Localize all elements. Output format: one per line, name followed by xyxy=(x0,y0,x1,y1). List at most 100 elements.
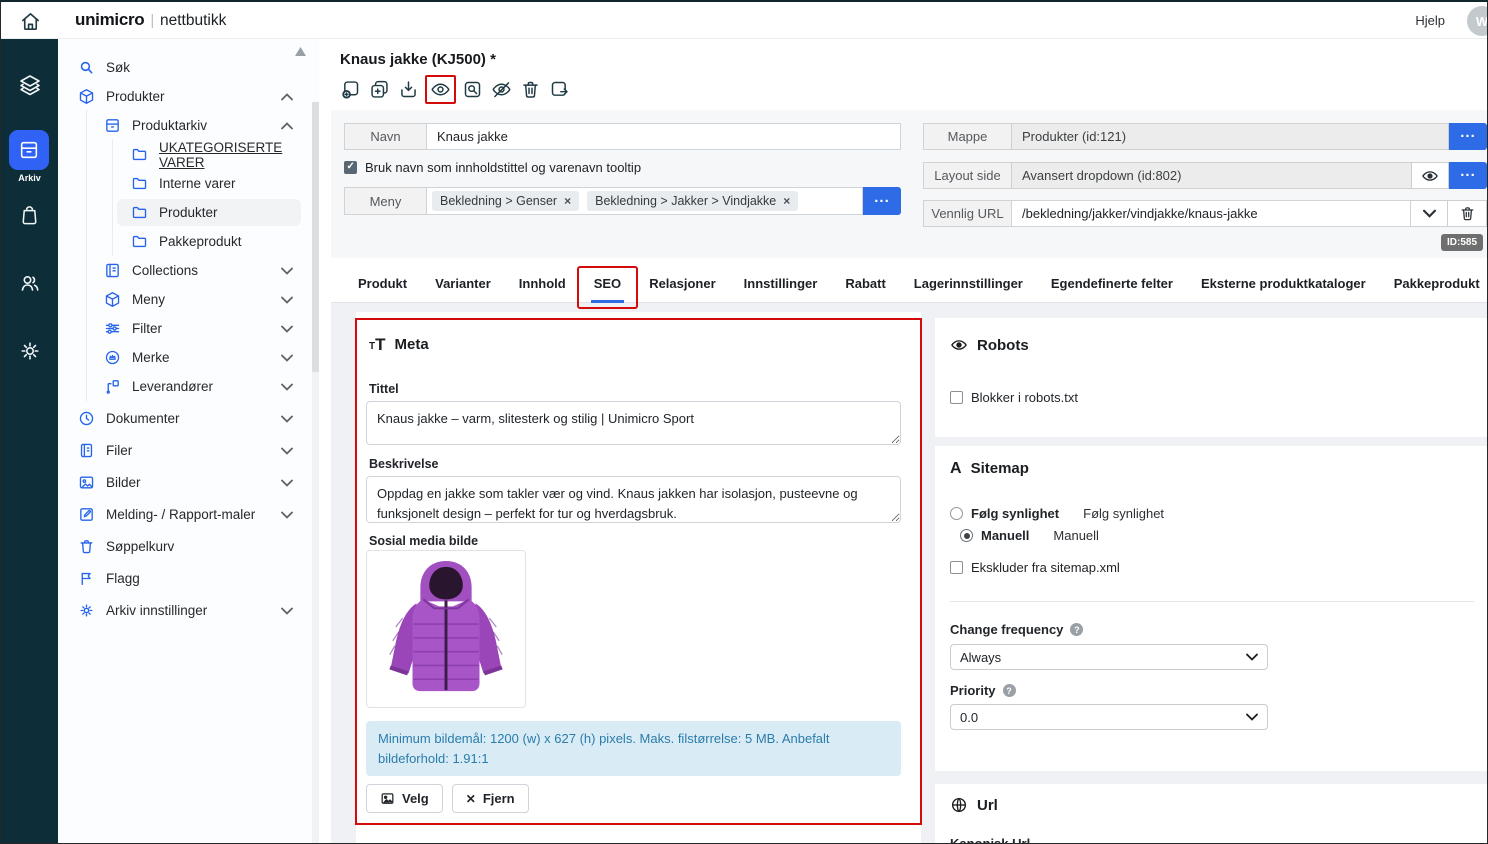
tab-innstillinger[interactable]: Innstillinger xyxy=(730,265,832,302)
nav-item-produkter[interactable]: Produkter xyxy=(58,82,319,111)
change-frequency-select[interactable]: Always xyxy=(950,644,1268,670)
tab-varianter[interactable]: Varianter xyxy=(421,265,505,302)
folder-icon xyxy=(131,204,148,221)
nav-item-arkiv-innstillinger[interactable]: Arkiv innstillinger xyxy=(58,596,319,625)
nav-item-sok[interactable]: Søk xyxy=(58,53,319,82)
nav-item-soppelkurv[interactable]: Søppelkurv xyxy=(58,532,319,561)
nav-item-filter[interactable]: Filter xyxy=(58,314,319,343)
fjern-button[interactable]: Fjern xyxy=(452,784,529,813)
help-icon[interactable] xyxy=(1070,623,1083,636)
nav-item-merke[interactable]: Merke xyxy=(58,343,319,372)
url-input[interactable] xyxy=(1011,200,1411,227)
exclude-sitemap-checkbox[interactable] xyxy=(950,561,963,574)
help-link[interactable]: Hjelp xyxy=(1415,13,1445,28)
chevron-up-icon[interactable] xyxy=(281,122,293,130)
sidebar-item-arkiv[interactable] xyxy=(9,130,49,170)
nav-item-produkter-folder-selected[interactable]: Produkter xyxy=(58,198,319,227)
chevron-up-icon[interactable] xyxy=(281,93,293,101)
nav-item-produktarkiv[interactable]: Produktarkiv xyxy=(58,111,319,140)
nav-item-pakkeprodukt-folder[interactable]: Pakkeprodukt xyxy=(58,227,319,256)
gear-icon xyxy=(78,602,95,619)
nav-list: Søk Produkter Produktarkiv UKATEGORISERT… xyxy=(58,39,319,625)
eye-off-icon[interactable] xyxy=(488,77,515,102)
nav-item-leverandorer[interactable]: Leverandører xyxy=(58,372,319,401)
chevron-down-icon[interactable] xyxy=(281,479,293,487)
chevron-down-icon[interactable] xyxy=(281,267,293,275)
layout-more-button[interactable]: ... xyxy=(1449,162,1487,189)
use-name-checkbox[interactable] xyxy=(344,161,357,174)
name-input[interactable] xyxy=(426,123,901,150)
tab-rabatt[interactable]: Rabatt xyxy=(831,265,899,302)
nav-item-bilder[interactable]: Bilder xyxy=(58,468,319,497)
avatar[interactable]: W xyxy=(1467,6,1488,36)
preview-search-icon[interactable] xyxy=(459,77,486,102)
tab-lagerinnstillinger[interactable]: Lagerinnstillinger xyxy=(900,265,1037,302)
mappe-label: Mappe xyxy=(923,123,1011,150)
exclude-sitemap-label: Ekskluder fra sitemap.xml xyxy=(971,560,1120,575)
chevron-down-icon[interactable] xyxy=(281,511,293,519)
social-media-image[interactable] xyxy=(366,550,526,708)
home-icon[interactable] xyxy=(17,8,43,34)
chevron-down-icon[interactable] xyxy=(281,325,293,333)
block-robots-checkbox[interactable] xyxy=(950,391,963,404)
nav-item-flagg[interactable]: Flagg xyxy=(58,564,319,593)
help-icon[interactable] xyxy=(1003,684,1016,697)
sitemap-card: A Sitemap Følg synlighet Følg synlighet … xyxy=(935,446,1487,771)
manual-radio[interactable] xyxy=(960,529,973,542)
duplicate-icon[interactable] xyxy=(366,77,393,102)
export-icon[interactable] xyxy=(546,77,573,102)
import-icon[interactable] xyxy=(395,77,422,102)
chevron-down-icon[interactable] xyxy=(281,296,293,304)
form-right-group: Mappe Produkter (id:121) ... Layout side… xyxy=(923,123,1487,227)
velg-button[interactable]: Velg xyxy=(366,784,443,813)
tab-produkt[interactable]: Produkt xyxy=(344,265,421,302)
chevron-down-icon[interactable] xyxy=(281,415,293,423)
block-robots-label: Blokker i robots.txt xyxy=(971,390,1078,405)
tab-innhold[interactable]: Innhold xyxy=(505,265,580,302)
tab-seo[interactable]: SEO xyxy=(580,265,635,302)
tab-pakkeprodukt[interactable]: Pakkeprodukt xyxy=(1380,265,1488,302)
eye-icon[interactable] xyxy=(427,77,454,102)
nav-item-interne-varer[interactable]: Interne varer xyxy=(58,169,319,198)
layers-icon[interactable] xyxy=(1,73,58,97)
id-badge: ID:585 xyxy=(1441,234,1483,251)
follow-visibility-radio[interactable] xyxy=(950,507,963,520)
gear-icon[interactable] xyxy=(1,339,58,363)
search-icon xyxy=(78,59,95,76)
chevron-down-icon[interactable] xyxy=(281,383,293,391)
pencil-square-icon xyxy=(78,506,95,523)
trash-icon[interactable] xyxy=(517,77,544,102)
tittel-textarea[interactable]: Knaus jakke – varm, slitesterk og stilig… xyxy=(366,401,901,445)
mappe-more-button[interactable]: ... xyxy=(1449,123,1487,150)
url-chevron-down-icon[interactable] xyxy=(1411,200,1448,227)
tab-eksterne-produktkataloger[interactable]: Eksterne produktkataloger xyxy=(1187,265,1380,302)
tab-relasjoner[interactable]: Relasjoner xyxy=(635,265,729,302)
nav-item-melding-rapport-maler[interactable]: Melding- / Rapport-maler xyxy=(58,500,319,529)
url-label: Vennlig URL xyxy=(923,200,1011,227)
tab-egendefinerte-felter[interactable]: Egendefinerte felter xyxy=(1037,265,1187,302)
remove-tag-icon[interactable]: × xyxy=(564,194,571,208)
nav-item-dokumenter[interactable]: Dokumenter xyxy=(58,404,319,433)
shopping-bag-icon[interactable] xyxy=(1,203,58,226)
chevron-down-icon[interactable] xyxy=(281,447,293,455)
priority-select[interactable]: 0.0 xyxy=(950,704,1268,730)
layout-preview-eye-icon[interactable] xyxy=(1412,162,1449,189)
users-icon[interactable] xyxy=(1,271,58,295)
nav-item-collections[interactable]: Collections xyxy=(58,256,319,285)
menu-more-button[interactable]: ... xyxy=(863,187,901,215)
beskrivelse-textarea[interactable]: Oppdag en jakke som takler vær og vind. … xyxy=(366,476,901,523)
nav-item-meny[interactable]: Meny xyxy=(58,285,319,314)
nav-item-filer[interactable]: Filer xyxy=(58,436,319,465)
menu-tag: Bekledning > Genser × xyxy=(432,191,579,211)
menu-tag-field[interactable]: Bekledning > Genser × Bekledning > Jakke… xyxy=(426,187,863,215)
chevron-down-icon xyxy=(1246,713,1258,721)
canonical-url-label: Kanonisk Url xyxy=(950,836,1030,843)
nav-item-ukategoriserte-varer[interactable]: UKATEGORISERTE VARER xyxy=(58,140,319,169)
image-buttons: Velg Fjern xyxy=(366,784,529,813)
chevron-down-icon[interactable] xyxy=(281,607,293,615)
folder-icon xyxy=(131,175,148,192)
remove-tag-icon[interactable]: × xyxy=(783,194,790,208)
chevron-down-icon[interactable] xyxy=(281,354,293,362)
new-item-icon[interactable] xyxy=(337,77,364,102)
url-trash-icon[interactable] xyxy=(1448,200,1487,227)
